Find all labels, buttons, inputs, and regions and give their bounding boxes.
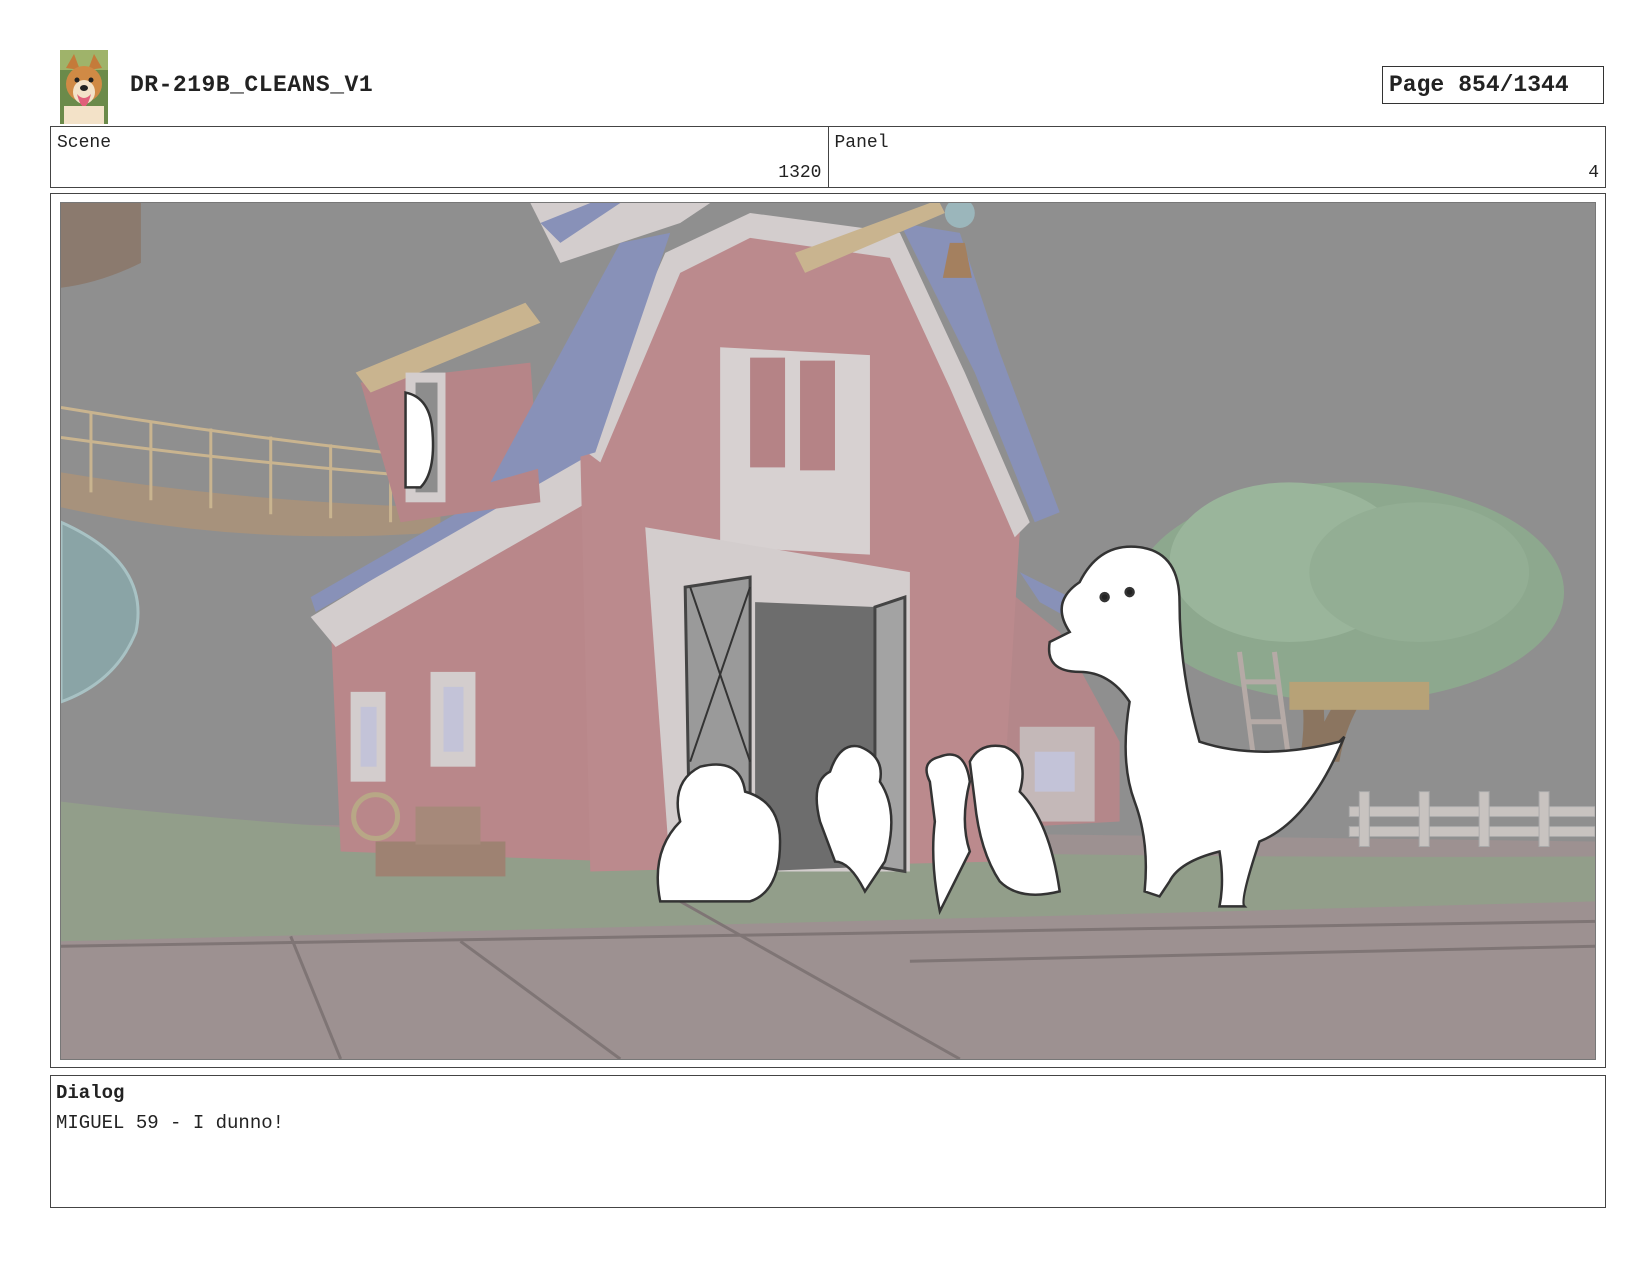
page-indicator: Page 854/1344 <box>1382 66 1604 104</box>
dialog-label: Dialog <box>56 1082 125 1104</box>
scene-label: Scene <box>57 133 112 153</box>
document-title: DR-219B_CLEANS_V1 <box>130 72 374 98</box>
dialog-box: Dialog MIGUEL 59 - I dunno! <box>50 1075 1606 1208</box>
scene-panel-info: Scene 1320 Panel 4 <box>50 126 1606 188</box>
barn-scene-illustration <box>61 203 1595 1059</box>
page-number: 854/1344 <box>1458 72 1569 98</box>
storyboard-panel <box>50 193 1606 1068</box>
dog-logo <box>60 50 108 124</box>
panel-cell: Panel 4 <box>827 127 1606 187</box>
scene-value: 1320 <box>778 163 822 183</box>
panel-image <box>60 202 1596 1060</box>
dialog-text: MIGUEL 59 - I dunno! <box>56 1112 285 1134</box>
page-label: Page <box>1389 72 1445 98</box>
scene-cell: Scene 1320 <box>51 127 828 187</box>
panel-label: Panel <box>834 133 889 153</box>
panel-value: 4 <box>1588 163 1599 183</box>
